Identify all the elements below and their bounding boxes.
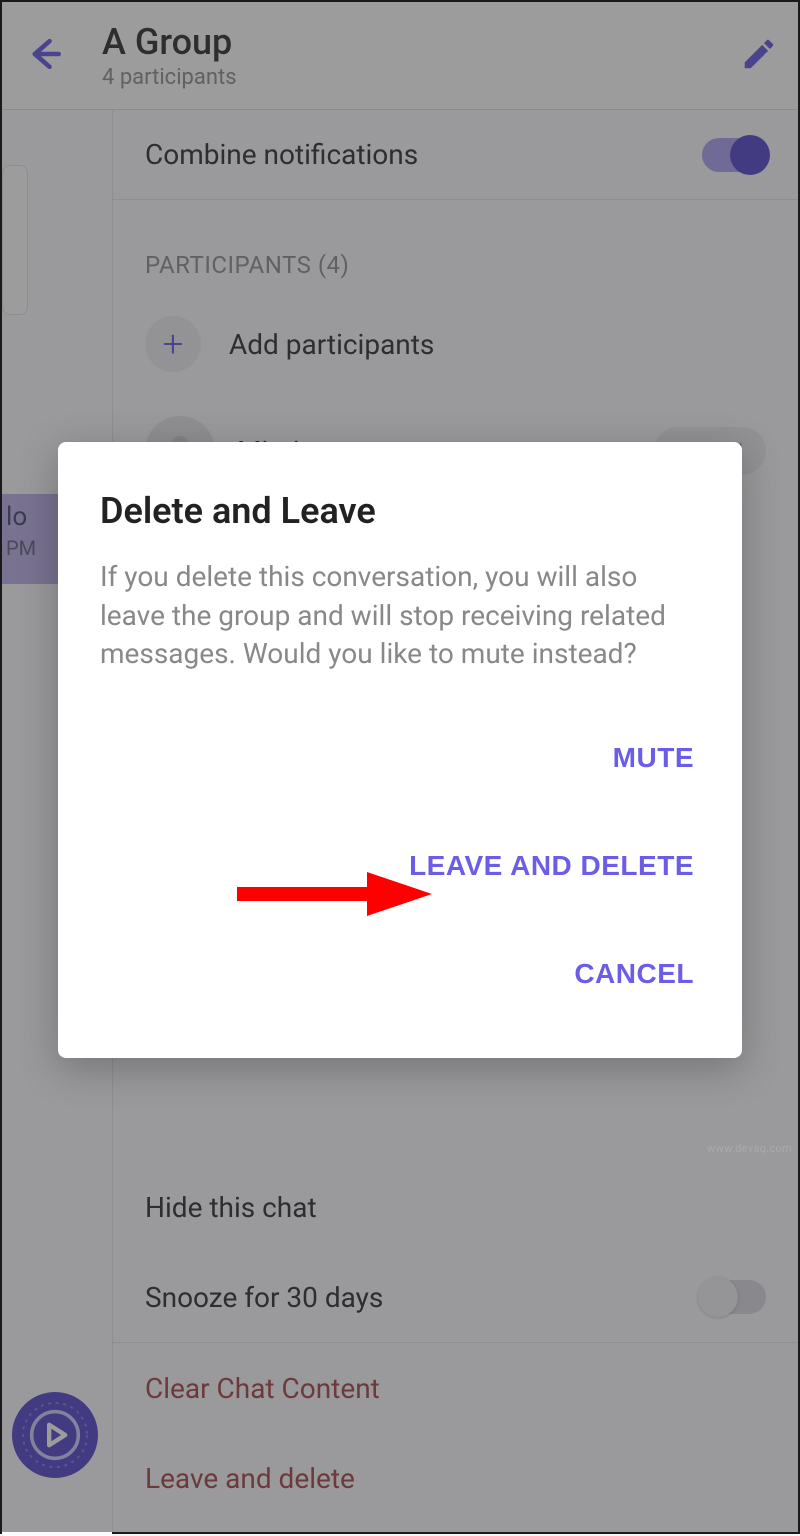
- edit-icon[interactable]: [728, 35, 778, 77]
- add-participants-row[interactable]: + Add participants: [113, 290, 798, 398]
- mute-button[interactable]: MUTE: [100, 704, 700, 812]
- plus-icon: +: [145, 316, 201, 372]
- snooze-row[interactable]: Snooze for 30 days: [113, 1252, 798, 1342]
- cancel-button[interactable]: CANCEL: [100, 920, 700, 1028]
- hide-chat-row[interactable]: Hide this chat: [113, 1162, 798, 1252]
- dialog-title: Delete and Leave: [100, 490, 700, 532]
- combine-notifications-label: Combine notifications: [145, 138, 702, 171]
- dialog-body: If you delete this conversation, you wil…: [100, 558, 700, 674]
- watermark: www.devaq.com: [707, 1142, 792, 1155]
- combine-notifications-row[interactable]: Combine notifications: [113, 110, 798, 200]
- combine-notifications-toggle[interactable]: [702, 138, 766, 172]
- dialog-actions: MUTE LEAVE AND DELETE CANCEL: [100, 704, 700, 1028]
- group-subtitle: 4 participants: [102, 65, 728, 90]
- leave-and-delete-button[interactable]: LEAVE AND DELETE: [100, 812, 700, 920]
- hide-chat-label: Hide this chat: [145, 1191, 766, 1224]
- leave-delete-label: Leave and delete: [145, 1462, 766, 1495]
- snooze-toggle[interactable]: [702, 1280, 766, 1314]
- header-title-block: A Group 4 participants: [72, 21, 728, 90]
- sliver-card: [2, 165, 28, 315]
- leave-delete-row[interactable]: Leave and delete: [113, 1433, 798, 1523]
- snooze-label: Snooze for 30 days: [145, 1281, 702, 1314]
- clear-chat-label: Clear Chat Content: [145, 1372, 766, 1405]
- play-fab-icon[interactable]: [12, 1392, 98, 1478]
- add-participants-label: Add participants: [229, 328, 434, 361]
- back-arrow-icon[interactable]: [22, 32, 72, 80]
- clear-chat-row[interactable]: Clear Chat Content: [113, 1343, 798, 1433]
- participants-section-title: PARTICIPANTS (4): [145, 251, 349, 279]
- sliver-line2: PM: [6, 536, 36, 560]
- participants-header-row: PARTICIPANTS (4): [113, 200, 798, 290]
- delete-leave-dialog: Delete and Leave If you delete this conv…: [58, 442, 742, 1058]
- group-title: A Group: [102, 21, 728, 63]
- app-header: A Group 4 participants: [2, 2, 798, 110]
